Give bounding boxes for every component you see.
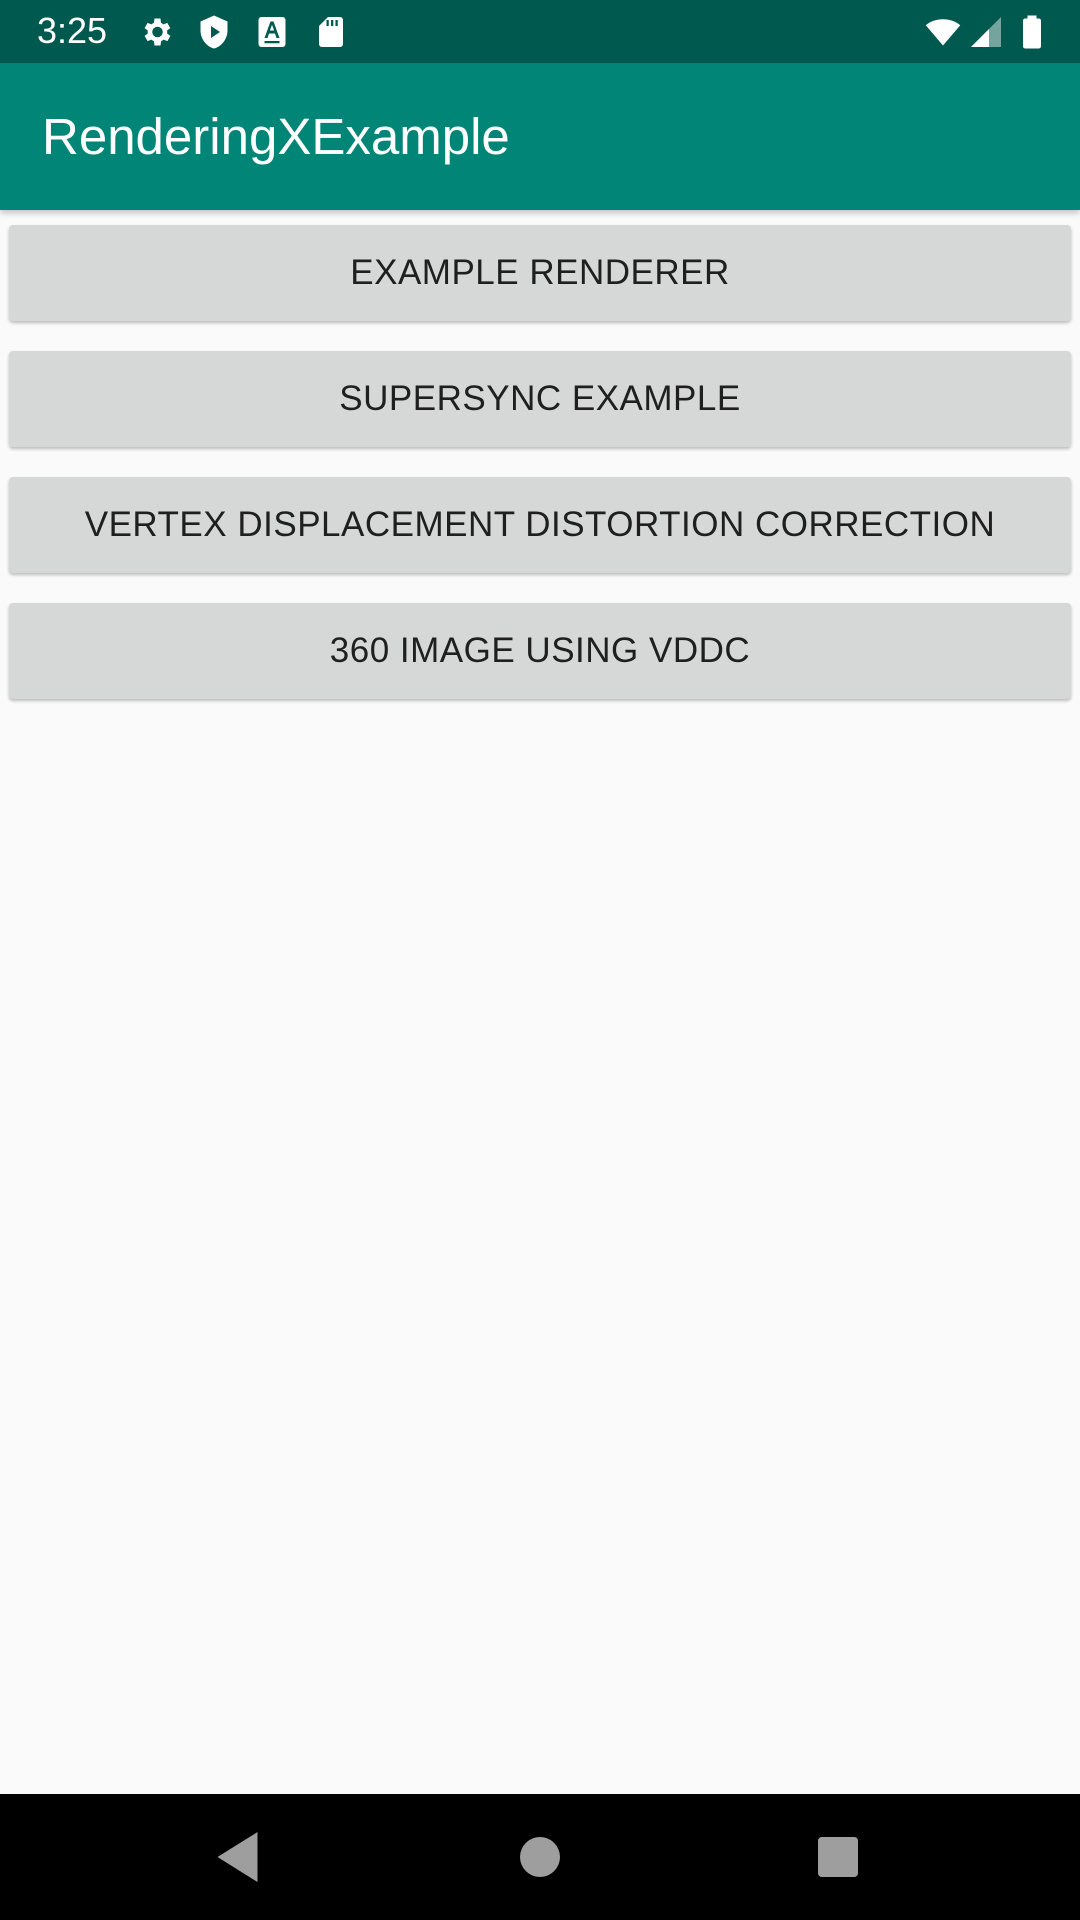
play-protect-icon [196,14,232,50]
navigation-bar [0,1794,1080,1920]
360-image-vddc-button[interactable]: 360 IMAGE USING VDDC [9,603,1071,699]
status-bar: 3:25 [0,0,1080,63]
recents-icon[interactable] [808,1827,868,1887]
example-renderer-button[interactable]: EXAMPLE RENDERER [9,225,1071,321]
wifi-icon [922,14,964,50]
signal-icon [968,14,1004,50]
app-bar: RenderingXExample [0,63,1080,210]
supersync-example-button[interactable]: SUPERSYNC EXAMPLE [9,351,1071,447]
status-time: 3:25 [37,10,108,51]
text-a-icon [254,14,290,50]
app-title: RenderingXExample [42,108,510,165]
back-icon[interactable] [210,1827,270,1887]
sd-card-icon [313,14,349,50]
home-icon[interactable] [510,1827,570,1887]
vertex-displacement-button[interactable]: VERTEX DISPLACEMENT DISTORTION CORRECTIO… [9,477,1071,573]
battery-icon [1017,14,1047,50]
gear-icon [138,14,174,50]
